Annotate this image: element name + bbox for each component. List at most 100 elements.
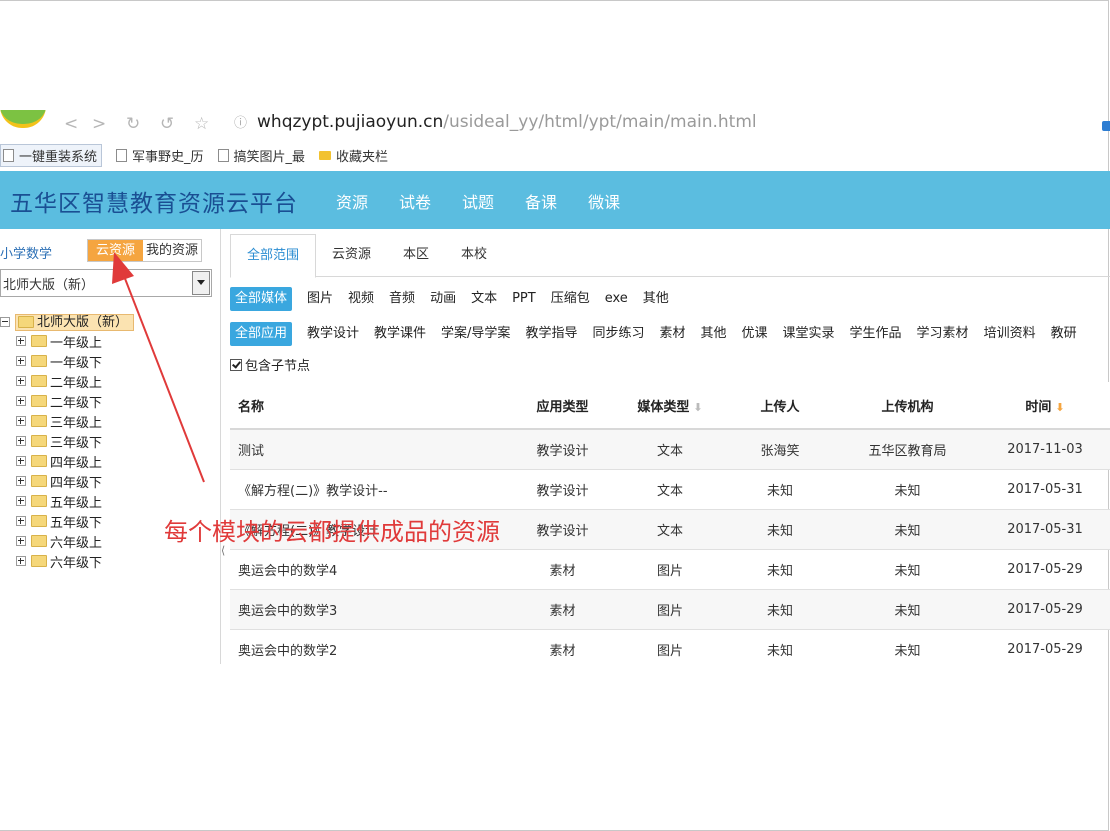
col-org[interactable]: 上传机构 xyxy=(835,382,980,430)
forward-icon[interactable]: > xyxy=(92,114,106,134)
tree-item[interactable]: 六年级下 xyxy=(16,551,134,571)
media-filter-2[interactable]: 视频 xyxy=(348,287,374,311)
top-nav: 资源 试卷 试题 备课 微课 xyxy=(336,189,651,213)
app-filter-8[interactable]: 优课 xyxy=(742,322,768,346)
expand-icon[interactable] xyxy=(16,536,26,546)
col-uploader[interactable]: 上传人 xyxy=(725,382,835,430)
tree-item[interactable]: 二年级下 xyxy=(16,391,134,411)
media-filter-5[interactable]: 文本 xyxy=(471,287,497,311)
table-row[interactable]: 奥运会中的数学2 素材 图片 未知 未知 2017-05-29 xyxy=(230,629,1110,664)
site-title[interactable]: 五华区智慧教育资源云平台 xyxy=(10,184,298,218)
tree-item[interactable]: 三年级上 xyxy=(16,411,134,431)
tree-item[interactable]: 四年级下 xyxy=(16,471,134,491)
media-filter-3[interactable]: 音频 xyxy=(389,287,415,311)
col-time[interactable]: 时间 ⬇ xyxy=(980,382,1110,430)
tree-item[interactable]: 六年级上 xyxy=(16,531,134,551)
bookmark-0[interactable]: 一键重装系统 xyxy=(0,143,103,167)
include-children-checkbox[interactable] xyxy=(230,358,242,371)
edition-select[interactable]: 北师大版（新） xyxy=(0,269,212,297)
app-filter-0[interactable]: 全部应用 xyxy=(230,322,293,346)
app-filter-11[interactable]: 学习素材 xyxy=(917,322,969,346)
sort-down-icon[interactable]: ⬇ xyxy=(693,401,702,414)
tree-item[interactable]: 一年级下 xyxy=(16,351,134,371)
bookmark-3[interactable]: 收藏夹栏 xyxy=(319,146,388,165)
tree-item[interactable]: 二年级上 xyxy=(16,371,134,391)
media-filter-1[interactable]: 图片 xyxy=(307,287,333,311)
expand-icon[interactable] xyxy=(16,376,26,386)
app-filter-10[interactable]: 学生作品 xyxy=(850,322,902,346)
expand-icon[interactable] xyxy=(16,416,26,426)
table-cell: 未知 xyxy=(725,549,835,590)
tree-item[interactable]: 三年级下 xyxy=(16,431,134,451)
tree-item[interactable]: 五年级上 xyxy=(16,491,134,511)
sort-down-icon[interactable]: ⬇ xyxy=(1055,401,1064,414)
include-children-option[interactable]: 包含子节点 xyxy=(230,355,310,374)
media-filter-8[interactable]: exe xyxy=(605,287,628,311)
tab-school[interactable]: 本校 xyxy=(445,234,503,276)
media-filter-6[interactable]: PPT xyxy=(512,287,536,311)
bookmark-1[interactable]: 军事野史_历 xyxy=(116,146,204,165)
col-name[interactable]: 名称 xyxy=(230,382,510,430)
tab-cloud[interactable]: 云资源 xyxy=(316,234,387,276)
tree-item[interactable]: 一年级上 xyxy=(16,331,134,351)
expand-icon[interactable] xyxy=(16,356,26,366)
table-row[interactable]: 《解方程(二)》教学设计-- 教学设计 文本 未知 未知 2017-05-31 xyxy=(230,469,1110,510)
nav-questions[interactable]: 试题 xyxy=(462,189,494,213)
expand-icon[interactable] xyxy=(16,396,26,406)
my-resources-button[interactable]: 我的资源 xyxy=(143,240,202,261)
app-filter-1[interactable]: 教学设计 xyxy=(307,322,359,346)
tree-item[interactable]: 五年级下 xyxy=(16,511,134,531)
chevron-down-icon[interactable] xyxy=(192,271,210,295)
expand-icon[interactable] xyxy=(16,336,26,346)
source-switch: 云资源 我的资源 xyxy=(87,239,203,262)
nav-papers[interactable]: 试卷 xyxy=(399,189,431,213)
table-cell[interactable]: 测试 xyxy=(230,429,510,470)
nav-lesson-prep[interactable]: 备课 xyxy=(525,189,557,213)
media-filter-9[interactable]: 其他 xyxy=(643,287,669,311)
app-filter-2[interactable]: 教学课件 xyxy=(374,322,426,346)
reload-icon[interactable]: ↻ xyxy=(126,114,140,134)
undo-icon[interactable]: ↺ xyxy=(160,114,174,134)
app-filter-3[interactable]: 学案/导学案 xyxy=(441,322,510,346)
table-row[interactable]: 测试 教学设计 文本 张海笑 五华区教育局 2017-11-03 xyxy=(230,429,1110,470)
site-info-icon[interactable]: ⓘ xyxy=(234,116,247,131)
tree-root[interactable]: 北师大版（新） xyxy=(0,313,135,331)
col-app-type[interactable]: 应用类型 xyxy=(510,382,615,430)
cloud-resources-button[interactable]: 云资源 xyxy=(88,240,144,261)
tree-item[interactable]: 四年级上 xyxy=(16,451,134,471)
expand-icon[interactable] xyxy=(16,556,26,566)
table-cell[interactable]: 奥运会中的数学2 xyxy=(230,629,510,664)
extension-icon[interactable] xyxy=(1102,121,1110,131)
app-filter-7[interactable]: 其他 xyxy=(700,322,726,346)
expand-icon[interactable] xyxy=(16,476,26,486)
app-filter-13[interactable]: 教研 xyxy=(1051,322,1077,346)
app-filter-6[interactable]: 素材 xyxy=(659,322,685,346)
app-filter-12[interactable]: 培训资料 xyxy=(984,322,1036,346)
bookmark-2[interactable]: 搞笑图片_最 xyxy=(217,146,305,165)
app-filter-4[interactable]: 教学指导 xyxy=(525,322,577,346)
table-row[interactable]: 奥运会中的数学4 素材 图片 未知 未知 2017-05-29 xyxy=(230,549,1110,590)
media-filter-0[interactable]: 全部媒体 xyxy=(230,287,293,311)
table-row[interactable]: 奥运会中的数学3 素材 图片 未知 未知 2017-05-29 xyxy=(230,589,1110,630)
tab-district[interactable]: 本区 xyxy=(387,234,445,276)
expand-icon[interactable] xyxy=(16,516,26,526)
subject-label[interactable]: 小学数学 xyxy=(0,243,52,262)
expand-icon[interactable] xyxy=(16,436,26,446)
collapse-icon[interactable] xyxy=(0,317,10,327)
star-icon[interactable]: ☆ xyxy=(194,114,209,134)
url-field[interactable]: ⓘ whqzypt.pujiaoyun.cn/usideal_yy/html/yp… xyxy=(234,112,757,132)
table-cell[interactable]: 《解方程(二)》教学设计-- xyxy=(230,469,510,510)
media-filter-7[interactable]: 压缩包 xyxy=(551,287,590,311)
app-filter-9[interactable]: 课堂实录 xyxy=(783,322,835,346)
back-icon[interactable]: < xyxy=(64,114,78,134)
media-filter-4[interactable]: 动画 xyxy=(430,287,456,311)
expand-icon[interactable] xyxy=(16,496,26,506)
expand-icon[interactable] xyxy=(16,456,26,466)
nav-resources[interactable]: 资源 xyxy=(336,189,368,213)
table-cell[interactable]: 奥运会中的数学4 xyxy=(230,549,510,590)
tab-all-scope[interactable]: 全部范围 xyxy=(230,234,317,278)
col-media-type[interactable]: 媒体类型 ⬇ xyxy=(615,382,725,430)
table-cell[interactable]: 奥运会中的数学3 xyxy=(230,589,510,630)
app-filter-5[interactable]: 同步练习 xyxy=(592,322,644,346)
nav-micro-lessons[interactable]: 微课 xyxy=(588,189,620,213)
